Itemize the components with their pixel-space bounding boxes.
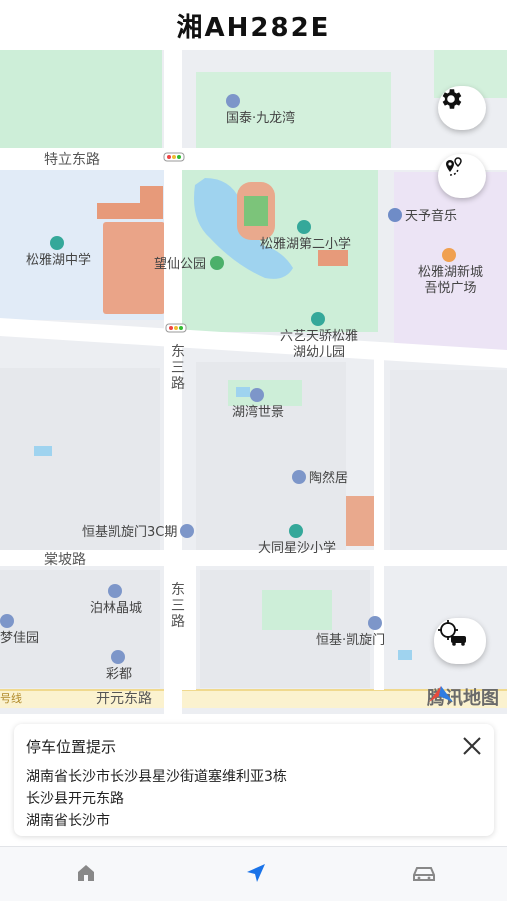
bottom-tab-bar [0,846,507,901]
poi-datong-school[interactable]: 大同星沙小学 [258,524,336,557]
address-line-1: 湖南省长沙市长沙县星沙街道塞维利亚3栋 [26,769,287,785]
poi-taoran[interactable]: 陶然居 [292,470,348,487]
residential-icon [110,650,125,664]
gear-icon [442,89,462,109]
poi-label: 吾悦广场 [424,281,477,296]
road-label-tangpo: 棠坡路 [44,552,86,568]
poi-label: 松雅湖第二小学 [260,237,352,252]
header: 湘AH282E [0,0,507,50]
poi-label: 恒基凯旋门3C期 [82,525,178,540]
poi-mengjia[interactable]: 梦佳园 [0,614,39,647]
mall-icon [442,248,456,262]
poi-songya-school2[interactable]: 松雅湖第二小学 [260,220,351,253]
home-icon[interactable] [74,861,98,885]
school-icon [310,312,325,326]
residential-icon [292,470,306,484]
park-icon [210,256,225,270]
poi-huwan[interactable]: 湖湾世景 [232,388,284,421]
poi-label: 松雅湖中学 [26,253,92,268]
poi-label: 湖湾世景 [232,405,285,420]
poi-bolin[interactable]: 泊林晶城 [90,584,142,617]
poi-hengji-kaixuan[interactable]: 恒基·凯旋门 [316,616,385,649]
road-label-telidong: 特立东路 [44,152,100,168]
location-icon [388,208,402,222]
school-icon [297,220,311,234]
road-char: 东 [171,582,185,598]
poi-label: 彩都 [106,667,133,682]
poi-caidu[interactable]: 彩都 [106,650,132,683]
map-view[interactable]: 特立东路 东 三 路 东 三 路 棠坡路 开元东路 号线 国泰·九龙湾 松雅湖中… [0,50,507,714]
poi-label: 湖幼儿园 [293,345,346,360]
parking-info-card: 停车位置提示 湖南省长沙市长沙县星沙街道塞维利亚3栋 长沙县开元东路 湖南省长沙… [14,724,494,836]
poi-guotai[interactable]: 国泰·九龙湾 [226,94,295,127]
address-line-2: 长沙县开元东路 [26,791,124,807]
route-button[interactable] [438,154,486,198]
poi-label: 望仙公园 [154,257,207,272]
poi-label: 恒基·凯旋门 [316,633,386,648]
residential-icon [180,524,195,538]
residential-icon [0,614,14,628]
route-pin-icon [446,157,462,176]
poi-label: 陶然居 [309,471,349,486]
poi-label: 松雅湖新城 [418,265,484,280]
poi-label: 国泰·九龙湾 [226,111,296,126]
poi-label: 天予音乐 [405,209,458,224]
poi-label: 六艺天骄松雅 [280,329,359,344]
poi-liuyi-kindergarten[interactable]: 六艺天骄松雅 湖幼儿园 [280,312,358,361]
poi-songyahu-middle[interactable]: 松雅湖中学 [26,236,91,269]
road-label-kaiyuandong: 开元东路 [96,691,152,707]
map-watermark: 腾讯地图 [427,684,499,710]
road-label-dongsan-lower: 东 三 路 [170,582,186,630]
poi-label: 梦佳园 [0,631,40,646]
school-icon [288,524,303,538]
poi-hengji-3c[interactable]: 恒基凯旋门3C期 [82,524,197,541]
tencent-map-logo-icon [429,686,453,702]
residential-icon [226,94,240,108]
address-line-3: 湖南省长沙市 [26,813,110,829]
poi-songya-newtown[interactable]: 松雅湖新城 吾悦广场 [418,248,483,297]
road-label-dongsan: 东 三 路 [170,344,186,392]
vehicle-plate-title: 湘AH282E [176,12,331,43]
close-icon[interactable] [460,734,484,758]
road-char: 三 [171,360,185,376]
poi-wangxian-park[interactable]: 望仙公园 [154,256,227,273]
card-title: 停车位置提示 [26,738,117,756]
road-char: 三 [171,598,185,614]
residential-icon [368,616,383,630]
school-icon [50,236,64,250]
locate-car-button[interactable] [434,618,486,664]
road-char: 东 [171,344,185,360]
poi-tianyu-music[interactable]: 天予音乐 [388,208,457,225]
road-char: 路 [171,376,185,392]
settings-button[interactable] [438,86,486,130]
locate-car-icon [438,620,466,646]
residential-icon [249,388,264,402]
navigate-icon[interactable] [244,861,268,885]
poi-label: 大同星沙小学 [258,541,337,556]
car-icon[interactable] [410,861,438,885]
poi-label: 泊林晶城 [90,601,143,616]
residential-icon [107,584,122,598]
road-label-metro-line: 号线 [0,692,22,705]
road-char: 路 [171,614,185,630]
